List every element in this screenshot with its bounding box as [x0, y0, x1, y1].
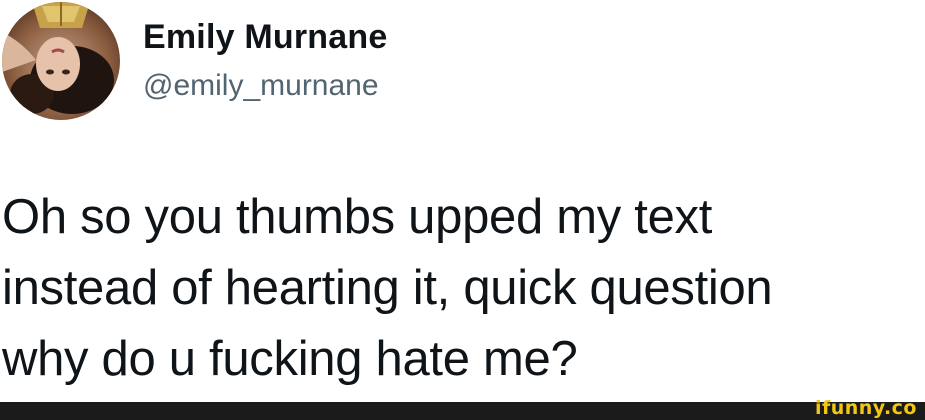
user-handle[interactable]: @emily_murnane — [143, 69, 379, 103]
tweet-line-1: Oh so you thumbs upped my text — [2, 190, 713, 244]
tweet-line-3: why do u fucking hate me? — [2, 332, 578, 386]
ifunny-watermark: ifunny.co — [814, 397, 917, 419]
tweet-text: Oh so you thumbs upped my text instead o… — [2, 182, 922, 395]
display-name[interactable]: Emily Murnane — [143, 18, 387, 57]
avatar[interactable] — [2, 2, 120, 120]
tweet-line-2: instead of hearting it, quick question — [2, 261, 773, 315]
watermark-bar — [0, 402, 925, 420]
avatar-photo — [2, 2, 120, 120]
